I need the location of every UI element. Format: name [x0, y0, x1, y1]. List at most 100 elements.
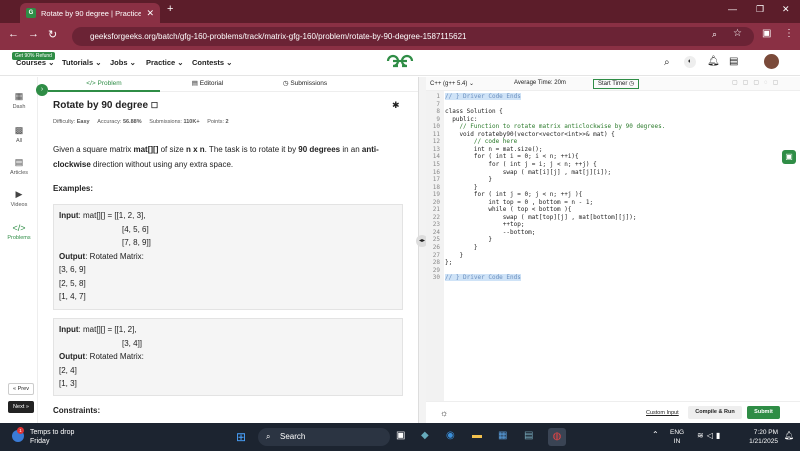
close-tab-icon[interactable]: ✕	[146, 8, 154, 19]
edge-icon[interactable]: ◉	[446, 430, 455, 441]
video-icon: ▶	[15, 189, 23, 199]
weather-widget[interactable]: Temps to drop Friday	[30, 428, 74, 446]
new-tab-icon[interactable]: +	[167, 3, 173, 15]
rail-articles[interactable]: ▤ Articles	[0, 157, 38, 176]
menu-contests[interactable]: Contests ⌄	[192, 58, 232, 67]
language-select[interactable]: C++ (g++ 5.4) ⌄	[430, 80, 474, 87]
tab-submissions[interactable]: ◷ Submissions	[255, 77, 355, 92]
code-line[interactable]: ++top;	[445, 221, 525, 228]
editor-tools[interactable]: ▢▢▢◌▢	[732, 79, 783, 86]
line-number: 19	[432, 191, 440, 199]
chrome-icon[interactable]: ◍	[548, 428, 566, 446]
start-timer-button[interactable]: Start Timer ◷	[593, 79, 640, 89]
editor-toolbar: C++ (g++ 5.4) ⌄ Average Time: 20m Start …	[426, 77, 800, 91]
line-gutter: 1 7 8 9 10 11 12 13 14 15 16 17 18 19 20 21 22 23 24 25 26 27…	[426, 91, 444, 401]
line-number: 12	[432, 138, 440, 146]
profile-icon[interactable]: ▣	[762, 28, 771, 39]
reload-icon[interactable]: ↻	[48, 28, 57, 41]
code-line[interactable]: for ( int j = 0; j < n; ++j ){	[445, 191, 582, 198]
submit-button[interactable]: Submit	[747, 406, 780, 419]
menu-jobs[interactable]: Jobs ⌄	[110, 58, 136, 67]
rail-videos[interactable]: ▶ Videos	[0, 189, 38, 208]
menu-practice[interactable]: Practice ⌄	[146, 58, 184, 67]
article-icon: ▤	[14, 157, 24, 167]
store-icon[interactable]: ▦	[498, 430, 507, 441]
streak-icon[interactable]: ◐	[684, 56, 696, 68]
back-icon[interactable]: ←	[8, 28, 19, 40]
chat-icon[interactable]: ▣	[782, 150, 796, 164]
forward-icon[interactable]: →	[28, 28, 39, 40]
example-2: Input: mat[][] = [[1, 2], [3, 4]] Output…	[53, 318, 403, 396]
url-field[interactable]: geeksforgeeks.org/batch/gfg-160-problems…	[72, 27, 754, 46]
gfg-logo[interactable]	[386, 54, 414, 71]
code-line[interactable]: int top = 0 , bottom = n - 1;	[445, 199, 593, 206]
code-line[interactable]: --bottom;	[445, 229, 536, 236]
code-line[interactable]: // code here	[445, 138, 517, 145]
code-line[interactable]: }	[445, 236, 492, 243]
code-line[interactable]: void rotateby90(vector<vector<int>>& mat…	[445, 131, 614, 138]
prev-button[interactable]: « Prev	[8, 383, 34, 395]
rail-problems[interactable]: </> Problems	[0, 223, 38, 241]
rail-dash[interactable]: ▦ Dash	[0, 91, 38, 110]
taskbar-search[interactable]: ⌕ Search	[258, 428, 390, 446]
editor-footer: ☼ Custom Input Compile & Run Submit	[426, 401, 800, 423]
compile-run-button[interactable]: Compile & Run	[688, 406, 742, 419]
notification-bell-icon[interactable]: 🔔︎	[784, 431, 794, 440]
windows-start-icon[interactable]: ⊞	[236, 430, 246, 444]
code-line[interactable]: public:	[445, 116, 477, 123]
bookmark-star-icon[interactable]: ☆	[733, 28, 742, 39]
bug-report-icon[interactable]: ✱	[392, 100, 400, 111]
line-number: 18	[432, 183, 440, 191]
code-line[interactable]: for ( int i = 0; i < n; ++i){	[445, 153, 579, 160]
code-line[interactable]: class Solution {	[445, 108, 503, 115]
panel-divider[interactable]: ◂▸	[416, 77, 428, 423]
code-line[interactable]: // } Driver Code Ends	[445, 93, 521, 100]
next-button[interactable]: Next »	[8, 401, 34, 413]
tab-editorial[interactable]: ▤ Editorial	[160, 77, 255, 92]
search-icon[interactable]: ⌕	[664, 57, 670, 68]
tray-chevron-icon[interactable]: ⌃	[652, 430, 659, 439]
code-line[interactable]: }	[445, 176, 492, 183]
avatar[interactable]	[764, 54, 779, 69]
address-bar-row: ← → ↻ geeksforgeeks.org/batch/gfg-160-pr…	[0, 23, 800, 50]
wifi-volume-battery-icon[interactable]: ≋◁▮	[697, 431, 723, 440]
bell-icon[interactable]: 🔔︎	[707, 56, 720, 67]
code-line[interactable]: for ( int j = i; j < n; ++j) {	[445, 161, 596, 168]
zoom-icon[interactable]: ⌕	[712, 29, 717, 40]
language-indicator[interactable]: ENG IN	[670, 428, 684, 446]
code-line[interactable]: }	[445, 244, 478, 251]
code-line[interactable]: while ( top < bottom ){	[445, 206, 571, 213]
code-line[interactable]: swap ( mat[i][j] , mat[j][i]);	[445, 169, 611, 176]
rail-all[interactable]: ▩ All	[0, 125, 38, 144]
translate-icon[interactable]: ▤	[729, 56, 738, 67]
code-line[interactable]: }	[445, 252, 463, 259]
code-editor[interactable]: 1 7 8 9 10 11 12 13 14 15 16 17 18 19 20 21 22 23 24 25 26 27…	[426, 91, 800, 401]
task-view-icon[interactable]: ▣	[396, 430, 405, 441]
code-line[interactable]: };	[445, 259, 452, 266]
line-number: 11	[432, 130, 440, 138]
tab-problem[interactable]: </> Problem	[48, 77, 160, 92]
code-line[interactable]: }	[445, 184, 478, 191]
average-time: Average Time: 20m	[514, 80, 566, 86]
close-window-icon[interactable]: ✕	[782, 4, 790, 15]
clock[interactable]: 7:20 PM 1/21/2025	[738, 428, 778, 446]
code-line[interactable]: int n = mat.size();	[445, 146, 543, 153]
app-icon[interactable]: ▤	[524, 430, 533, 441]
file-explorer-icon[interactable]: ▬	[472, 430, 482, 441]
browser-tab[interactable]: G Rotate by 90 degree | Practice | ✕	[20, 3, 160, 23]
line-number: 8	[436, 108, 440, 116]
menu-dots-icon[interactable]: ⋮	[784, 28, 794, 39]
menu-tutorials[interactable]: Tutorials ⌄	[62, 58, 102, 67]
line-number: 24	[432, 228, 440, 236]
minimize-icon[interactable]: —	[728, 4, 737, 14]
code-line[interactable]: // Function to rotate matrix anticlockwi…	[445, 123, 665, 130]
code-line[interactable]: swap ( mat[top][j] , mat[bottom][j]);	[445, 214, 637, 221]
notification-badge: 1	[17, 427, 24, 434]
theme-toggle-icon[interactable]: ☼	[440, 408, 448, 418]
menu-courses[interactable]: Courses ⌄	[16, 58, 54, 67]
copilot-icon[interactable]: ◆	[421, 430, 429, 441]
custom-input-link[interactable]: Custom Input	[646, 410, 679, 416]
restore-icon[interactable]: ❐	[756, 4, 764, 15]
bookmark-icon[interactable]: ☐	[151, 101, 158, 110]
code-line[interactable]: // } Driver Code Ends	[445, 274, 521, 282]
